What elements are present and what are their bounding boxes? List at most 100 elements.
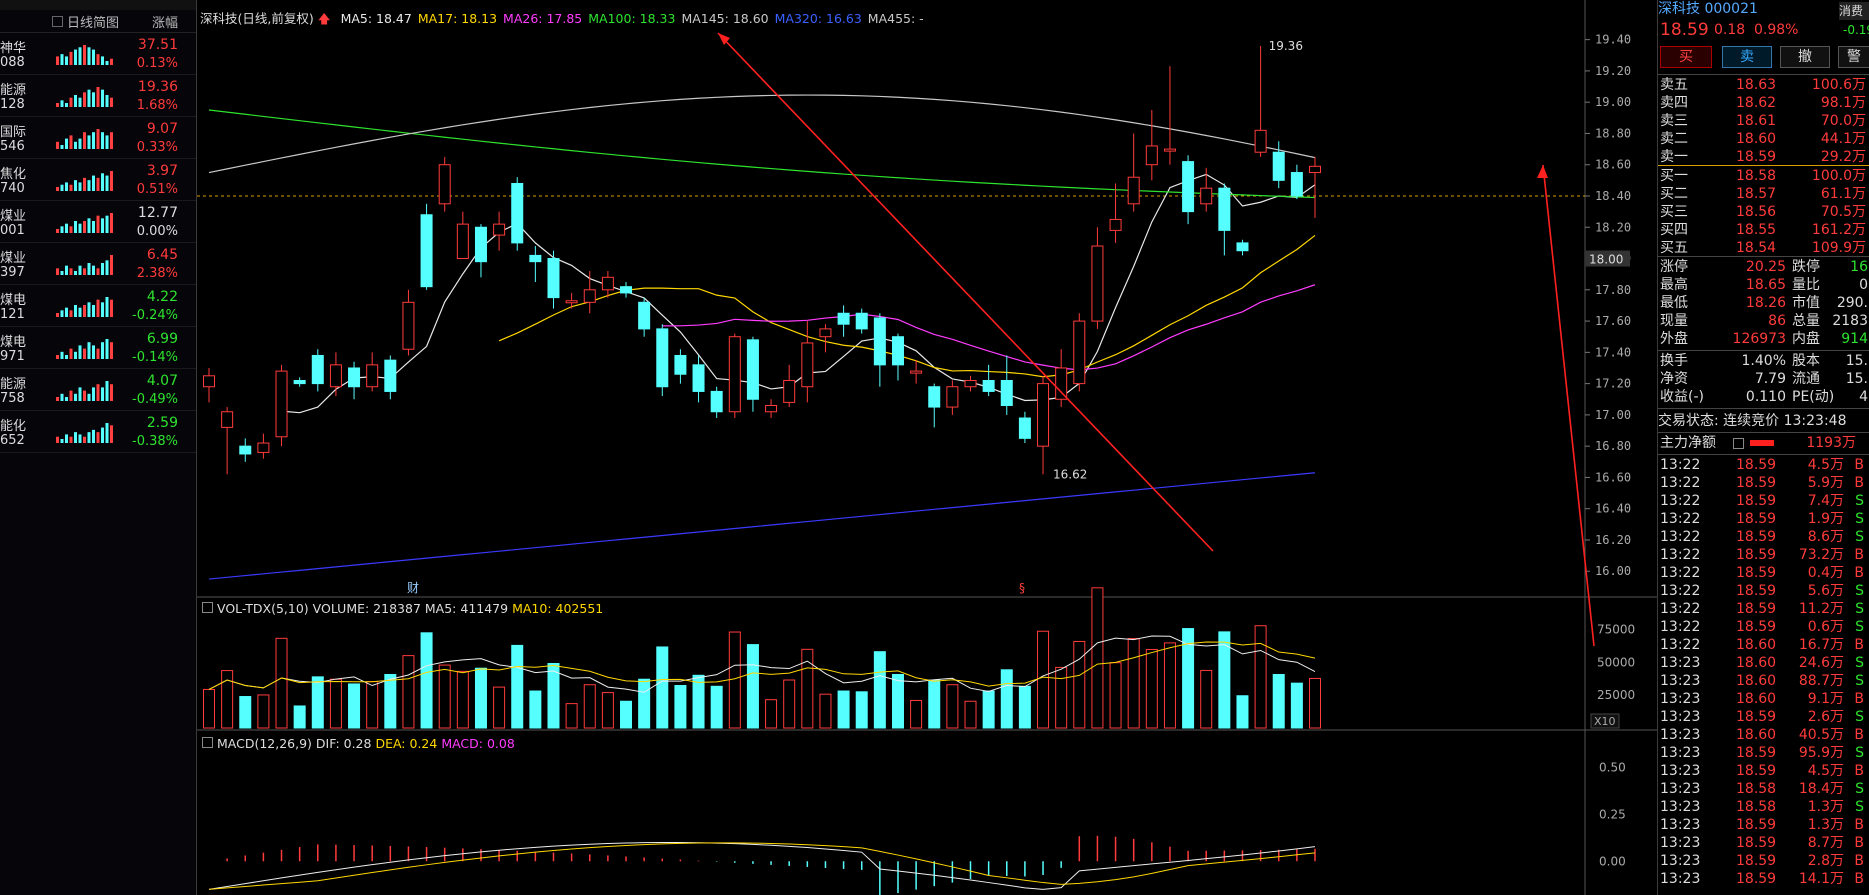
candle-body[interactable]: [819, 328, 832, 338]
candle-body[interactable]: [601, 276, 614, 291]
candle-body[interactable]: [1163, 148, 1176, 152]
asks-row[interactable]: 卖五 18.63 100.6万: [1658, 76, 1869, 94]
candle-body[interactable]: [329, 364, 342, 388]
candle-body[interactable]: [438, 164, 451, 205]
candle-body[interactable]: [656, 328, 669, 388]
candle-body[interactable]: [1055, 367, 1068, 400]
drawn-arrow-line[interactable]: [717, 32, 1214, 552]
candle-body[interactable]: [910, 370, 923, 374]
candle-body[interactable]: [1218, 187, 1231, 231]
candle-body[interactable]: [384, 359, 397, 392]
candle-body[interactable]: [855, 312, 868, 330]
asks-row[interactable]: 卖二 18.60 44.1万: [1658, 130, 1869, 148]
candle-body[interactable]: [275, 370, 288, 438]
candle-body[interactable]: [620, 286, 633, 294]
watchlist-row[interactable]: 能源 758 4.07 -0.49%: [0, 369, 196, 411]
watchlist-row[interactable]: 煤电 971 6.99 -0.14%: [0, 327, 196, 369]
candle-body[interactable]: [1309, 165, 1321, 174]
candle-body[interactable]: [873, 317, 886, 366]
candle-body[interactable]: [474, 226, 487, 263]
asks-row[interactable]: 卖四 18.62 98.1万: [1658, 94, 1869, 112]
candle-body[interactable]: [765, 405, 778, 413]
candle-body[interactable]: [1018, 417, 1031, 439]
bids-row[interactable]: 买三 18.56 70.5万: [1658, 203, 1869, 221]
candle-body[interactable]: [1037, 383, 1050, 447]
candle-body[interactable]: [746, 339, 759, 400]
candle-body[interactable]: [1091, 245, 1104, 322]
candle-body[interactable]: [348, 367, 361, 388]
candle-body[interactable]: [311, 354, 324, 385]
kline-chart[interactable]: 19.40 19.20 19.00 18.80 18.60 18.40 18.20 18.00…: [197, 0, 1657, 895]
bids-row[interactable]: 买二 18.57 61.1万: [1658, 185, 1869, 203]
candle-body[interactable]: [964, 379, 977, 388]
candle-body[interactable]: [1290, 172, 1303, 197]
candle-body[interactable]: [293, 379, 306, 385]
event-marker[interactable]: §: [1019, 581, 1025, 595]
asks-row[interactable]: 卖三 18.61 70.0万: [1658, 112, 1869, 130]
alert-button[interactable]: 警: [1838, 46, 1869, 68]
watchlist-tab-daily[interactable]: 日线简图: [67, 12, 119, 31]
candle-body[interactable]: [801, 342, 814, 388]
watchlist-row[interactable]: 煤电 121 4.22 -0.24%: [0, 285, 196, 327]
watchlist-row[interactable]: 煤业 397 6.45 2.38%: [0, 243, 196, 285]
candle-body[interactable]: [203, 375, 215, 388]
watchlist-row[interactable]: 焦化 740 3.97 0.51%: [0, 159, 196, 201]
watchlist-col-change[interactable]: 涨幅: [152, 12, 178, 31]
grid-icon[interactable]: [202, 737, 213, 748]
watchlist-tabs[interactable]: [0, 0, 196, 10]
candle-body[interactable]: [239, 445, 252, 455]
candle-body[interactable]: [257, 442, 270, 453]
grid-icon[interactable]: [202, 602, 213, 613]
candle-body[interactable]: [1145, 145, 1158, 166]
watchlist-row[interactable]: 能源 128 19.36 1.68%: [0, 75, 196, 117]
candle-body[interactable]: [547, 258, 560, 299]
candle-body[interactable]: [1000, 379, 1013, 407]
bids-row[interactable]: 买五 18.54 109.9万: [1658, 239, 1869, 257]
net-flow-row[interactable]: 主力净额 1193万: [1658, 434, 1869, 452]
drawn-arrow-line[interactable]: [1542, 164, 1595, 647]
candle-body[interactable]: [511, 182, 524, 244]
candle-body[interactable]: [1109, 218, 1122, 231]
candle-body[interactable]: [583, 289, 596, 303]
candle-body[interactable]: [638, 301, 651, 330]
buy-button[interactable]: 买: [1660, 46, 1712, 68]
bids-row[interactable]: 买一 18.58 100.0万: [1658, 167, 1869, 185]
sell-button[interactable]: 卖: [1722, 46, 1772, 68]
bids-row[interactable]: 买四 18.55 161.2万: [1658, 221, 1869, 239]
finance-marker[interactable]: 财: [407, 581, 419, 595]
candle-body[interactable]: [710, 390, 723, 413]
candle-body[interactable]: [221, 411, 234, 428]
candle-body[interactable]: [783, 379, 796, 403]
side-note[interactable]: 消费: [1839, 2, 1869, 20]
candle-body[interactable]: [891, 336, 904, 366]
candle-body[interactable]: [565, 300, 578, 304]
candle-body[interactable]: [1073, 320, 1086, 385]
candle-body[interactable]: [1200, 187, 1213, 205]
up-arrow-icon[interactable]: 🡅: [318, 11, 331, 26]
candle-body[interactable]: [420, 214, 433, 288]
watchlist-row[interactable]: 国际 546 9.07 0.33%: [0, 117, 196, 159]
candle-body[interactable]: [982, 379, 995, 392]
candle-body[interactable]: [674, 354, 687, 375]
candle-body[interactable]: [529, 254, 542, 263]
vol-indicator-name[interactable]: VOL-TDX(5,10): [217, 601, 309, 616]
watchlist-row[interactable]: 神华 088 37.51 0.13%: [0, 33, 196, 75]
candle-body[interactable]: [1236, 242, 1249, 252]
asks-row[interactable]: 卖一 18.59 29.2万: [1658, 148, 1869, 166]
macd-indicator-name[interactable]: MACD(12,26,9): [217, 736, 312, 751]
candle-body[interactable]: [728, 336, 741, 413]
cancel-button[interactable]: 撤: [1780, 46, 1830, 68]
grid-icon[interactable]: [1733, 438, 1744, 449]
candle-body[interactable]: [493, 223, 506, 236]
chart-canvas[interactable]: 19.40 19.20 19.00 18.80 18.60 18.40 18.20 18.00…: [197, 0, 1657, 895]
candle-body[interactable]: [366, 364, 379, 388]
candle-body[interactable]: [402, 301, 415, 350]
candle-body[interactable]: [928, 386, 941, 408]
watchlist-row[interactable]: 能化 652 2.59 -0.38%: [0, 411, 196, 453]
watchlist-row[interactable]: 煤业 001 12.77 0.00%: [0, 201, 196, 243]
candle-body[interactable]: [946, 386, 959, 408]
candle-body[interactable]: [692, 364, 705, 392]
candle-body[interactable]: [1127, 176, 1140, 205]
candle-body[interactable]: [1182, 161, 1195, 213]
candle-body[interactable]: [1254, 129, 1267, 153]
